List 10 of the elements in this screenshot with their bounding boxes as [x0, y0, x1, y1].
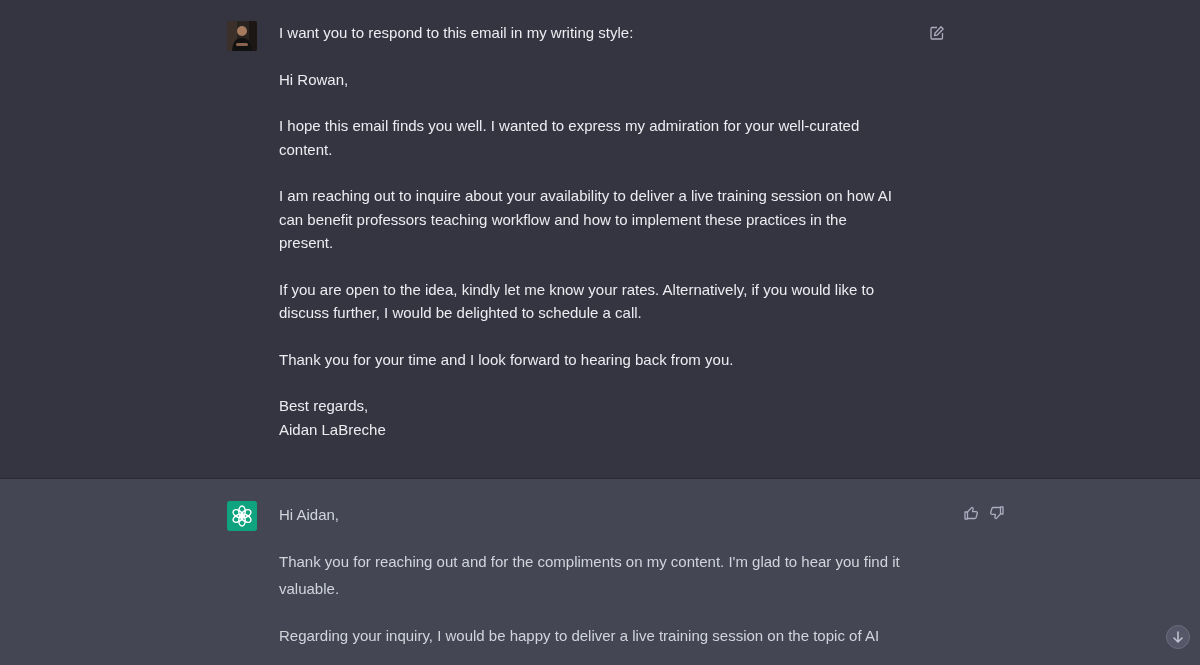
message-text: Hi Aidan, — [279, 505, 341, 525]
message-text: Regarding your inquiry, I would be happy to deliver a live training session on the topic of AI — [279, 625, 881, 646]
message-text: Thank you for your time and I look forward to hearing back from you. — [279, 349, 735, 370]
message-text: If you are open to the idea, kindly let me know your rates. Alternatively, if you would like to discuss further, I would be delighted to schedule a call. — [279, 279, 876, 323]
message-text: I want you to respond to this email in my writing style: — [279, 23, 635, 43]
message-text: I am reaching out to inquire about your availability to deliver a live training session on how AI can benefit professors teaching workflow and how to implement these practices in the present. — [279, 186, 893, 253]
message-text: Hi Rowan, — [279, 69, 350, 90]
message-text: Best regards, Aidan LaBreche — [279, 396, 387, 440]
message-text: Thank you for reaching out and for the compliments on my content. I'm glad to hear you find it valuable. — [279, 551, 901, 599]
message-text: I hope this email finds you well. I wanted to express my admiration for your well-curated content. — [279, 116, 861, 160]
